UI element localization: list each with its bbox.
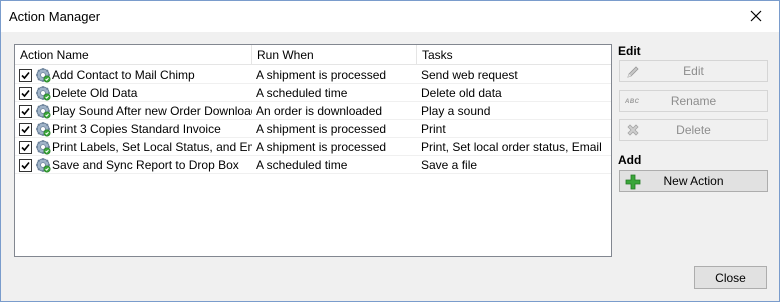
green-plus-icon [625, 174, 641, 190]
table-body: Add Contact to Mail Chimp A shipment is … [15, 66, 611, 174]
cell-tasks: Print [421, 122, 446, 136]
side-panel: Edit Edit ABC Rename Delete Add New Acti… [618, 32, 770, 301]
edit-button[interactable]: Edit [619, 60, 768, 82]
cell-tasks: Save a file [421, 158, 478, 172]
gear-action-icon [36, 86, 51, 101]
pencil-icon [627, 66, 639, 78]
action-name: Delete Old Data [52, 86, 138, 100]
edit-button-label: Edit [683, 64, 704, 78]
table-row[interactable]: Add Contact to Mail Chimp A shipment is … [15, 66, 611, 84]
checkmark-icon [21, 143, 30, 152]
delete-x-icon [627, 124, 639, 136]
gear-action-icon [36, 122, 51, 137]
new-action-button[interactable]: New Action [619, 170, 768, 192]
table-row[interactable]: Print 3 Copies Standard Invoice A shipme… [15, 120, 611, 138]
gear-action-icon [36, 140, 51, 155]
cell-run-when: A shipment is processed [256, 140, 387, 154]
cell-action-name: Add Contact to Mail Chimp [15, 66, 252, 84]
checkmark-icon [21, 161, 30, 170]
cell-action-name: Save and Sync Report to Drop Box [15, 156, 252, 174]
gear-action-icon [36, 104, 51, 119]
title-bar: Action Manager [1, 1, 779, 32]
checkmark-icon [21, 107, 30, 116]
table-row[interactable]: Delete Old Data A scheduled time Delete … [15, 84, 611, 102]
enabled-checkbox[interactable] [19, 69, 32, 82]
cell-action-name: Print 3 Copies Standard Invoice [15, 120, 252, 138]
column-header-action-name[interactable]: Action Name [15, 45, 252, 65]
gear-action-icon [36, 158, 51, 173]
checkmark-icon [21, 125, 30, 134]
checkmark-icon [21, 71, 30, 80]
window-title: Action Manager [9, 9, 101, 24]
rename-button[interactable]: ABC Rename [619, 90, 768, 112]
cell-tasks: Play a sound [421, 104, 491, 118]
table-row[interactable]: Print Labels, Set Local Status, and Emai… [15, 138, 611, 156]
cell-action-name: Delete Old Data [15, 84, 252, 102]
dialog-body: Action Name Run When Tasks Add Contact t… [1, 32, 779, 301]
column-header-tasks[interactable]: Tasks [417, 45, 611, 65]
cell-tasks: Send web request [421, 68, 518, 82]
close-button-label: Close [715, 270, 746, 285]
rename-button-label: Rename [670, 94, 717, 108]
table-row[interactable]: Play Sound After new Order Downloaded An… [15, 102, 611, 120]
checkmark-icon [21, 89, 30, 98]
cell-run-when: A scheduled time [256, 158, 348, 172]
gear-action-icon [36, 68, 51, 83]
column-header-run-when[interactable]: Run When [252, 45, 417, 65]
delete-button[interactable]: Delete [619, 119, 768, 141]
cell-tasks: Delete old data [421, 86, 502, 100]
cell-run-when: A shipment is processed [256, 68, 387, 82]
close-button[interactable]: Close [694, 266, 767, 289]
action-manager-window: Action Manager Action Name Run When Task… [0, 0, 780, 302]
enabled-checkbox[interactable] [19, 141, 32, 154]
action-name: Print Labels, Set Local Status, and Emai… [52, 140, 252, 154]
cell-run-when: A shipment is processed [256, 122, 387, 136]
cell-tasks: Print, Set local order status, Email [421, 140, 602, 154]
cell-action-name: Print Labels, Set Local Status, and Emai… [15, 138, 252, 156]
abc-rename-icon: ABC [625, 99, 640, 105]
actions-table[interactable]: Action Name Run When Tasks Add Contact t… [14, 44, 612, 257]
cell-action-name: Play Sound After new Order Downloaded [15, 102, 252, 120]
edit-group-label: Edit [618, 44, 641, 58]
enabled-checkbox[interactable] [19, 159, 32, 172]
cell-run-when: An order is downloaded [256, 104, 383, 118]
table-row[interactable]: Save and Sync Report to Drop Box A sched… [15, 156, 611, 174]
new-action-button-label: New Action [663, 174, 724, 188]
action-name: Add Contact to Mail Chimp [52, 68, 195, 82]
add-group-label: Add [618, 153, 642, 167]
delete-button-label: Delete [676, 123, 711, 137]
action-name: Print 3 Copies Standard Invoice [52, 122, 221, 136]
enabled-checkbox[interactable] [19, 105, 32, 118]
action-name: Play Sound After new Order Downloaded [52, 104, 252, 118]
table-header: Action Name Run When Tasks [15, 45, 611, 65]
enabled-checkbox[interactable] [19, 123, 32, 136]
action-name: Save and Sync Report to Drop Box [52, 158, 239, 172]
close-icon[interactable] [733, 1, 779, 31]
cell-run-when: A scheduled time [256, 86, 348, 100]
enabled-checkbox[interactable] [19, 87, 32, 100]
